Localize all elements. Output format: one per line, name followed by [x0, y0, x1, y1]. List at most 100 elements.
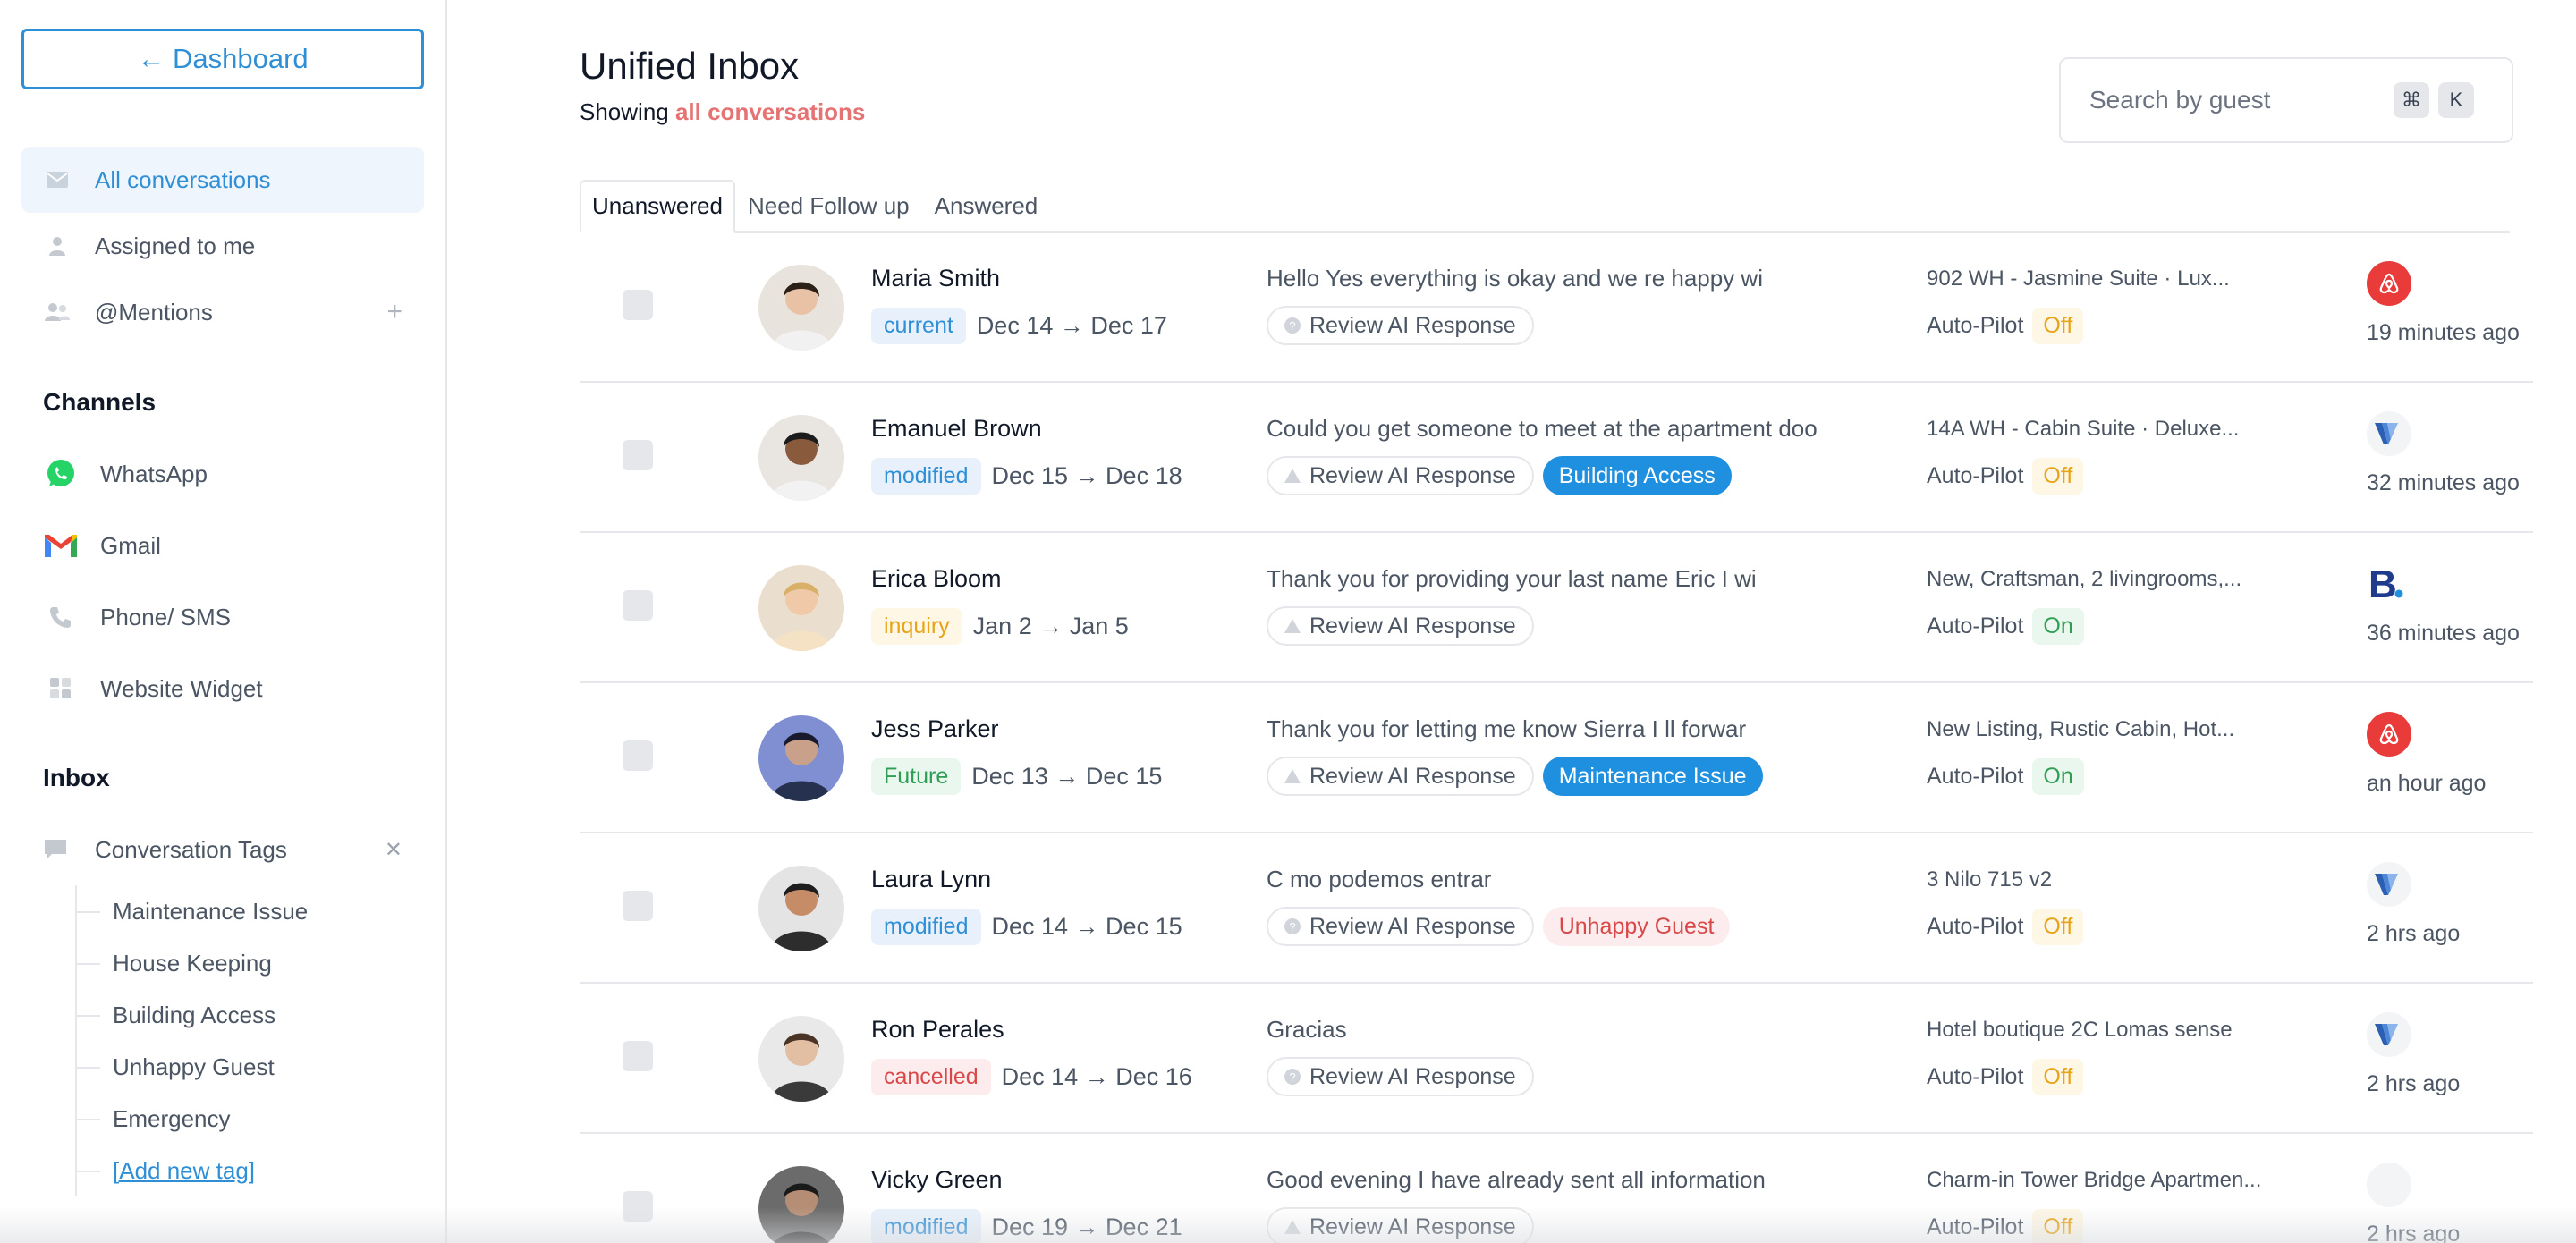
review-ai-response-button[interactable]: ? Review AI Response: [1267, 1057, 1534, 1096]
row-checkbox[interactable]: [623, 290, 653, 320]
avatar: [758, 265, 844, 351]
review-label: Review AI Response: [1309, 913, 1516, 939]
conversation-row[interactable]: Vicky Green modified Dec 19 → Dec 21 Goo…: [580, 1134, 2533, 1243]
question-icon: ?: [1284, 317, 1301, 334]
tab-answered[interactable]: Answered: [922, 180, 1051, 233]
sidebar-item-assigned-to-me[interactable]: Assigned to me: [21, 213, 424, 279]
showing-value[interactable]: all conversations: [675, 98, 865, 125]
review-ai-response-button[interactable]: Review AI Response: [1267, 606, 1534, 646]
last-message[interactable]: C mo podemos entrar: [1267, 866, 1491, 893]
conversation-row[interactable]: Jess Parker Future Dec 13 → Dec 15 Thank…: [580, 683, 2533, 833]
guest-name[interactable]: Erica Bloom: [871, 565, 1002, 593]
widget-icon: [43, 676, 79, 701]
tag-item-house-keeping[interactable]: House Keeping: [77, 937, 424, 989]
tag-item-unhappy-guest[interactable]: Unhappy Guest: [77, 1041, 424, 1093]
search-box[interactable]: ⌘ K: [2059, 57, 2513, 143]
dashboard-button[interactable]: ← Dashboard: [21, 29, 424, 89]
search-input[interactable]: [2089, 86, 2385, 114]
autopilot-state-badge[interactable]: Off: [2032, 308, 2084, 344]
reservation-meta: cancelled Dec 14 → Dec 16: [871, 1059, 1192, 1095]
question-icon: ?: [1284, 1069, 1301, 1085]
autopilot-state-badge[interactable]: On: [2032, 758, 2084, 795]
conversation-row[interactable]: Laura Lynn modified Dec 14 → Dec 15 C mo…: [580, 833, 2533, 984]
guest-name[interactable]: Maria Smith: [871, 265, 1000, 292]
airbnb-icon: [2367, 712, 2411, 757]
guest-name[interactable]: Ron Perales: [871, 1016, 1004, 1044]
tag-item-emergency[interactable]: Emergency: [77, 1093, 424, 1145]
vrbo-icon: [2367, 411, 2411, 456]
reservation-status-badge: modified: [871, 458, 981, 495]
guest-name[interactable]: Vicky Green: [871, 1166, 1003, 1194]
airbnb-icon: [2367, 261, 2411, 306]
whatsapp-icon: [43, 459, 79, 489]
row-checkbox[interactable]: [623, 440, 653, 470]
add-mention-icon[interactable]: +: [386, 297, 402, 327]
reservation-meta: modified Dec 15 → Dec 18: [871, 458, 1182, 495]
conversation-row[interactable]: Ron Perales cancelled Dec 14 → Dec 16 Gr…: [580, 984, 2533, 1134]
conversation-tag-chip[interactable]: Maintenance Issue: [1542, 757, 1763, 796]
autopilot-label: Auto-Pilot: [1927, 1214, 2024, 1239]
row-actions: Review AI Response Maintenance Issue: [1267, 757, 1763, 796]
review-ai-response-button[interactable]: ? Review AI Response: [1267, 907, 1534, 946]
conversation-tag-chip[interactable]: Building Access: [1542, 456, 1732, 495]
last-message[interactable]: Good evening I have already sent all inf…: [1267, 1166, 1766, 1194]
review-ai-response-button[interactable]: Review AI Response: [1267, 456, 1534, 495]
conversation-tag-chip[interactable]: Unhappy Guest: [1542, 907, 1731, 946]
autopilot-state-badge[interactable]: On: [2032, 608, 2084, 645]
autopilot-state-badge[interactable]: Off: [2032, 909, 2084, 945]
review-ai-response-button[interactable]: ? Review AI Response: [1267, 306, 1534, 345]
channel-gmail[interactable]: Gmail: [21, 510, 424, 581]
guest-name[interactable]: Emanuel Brown: [871, 415, 1042, 443]
user-icon: [43, 235, 72, 257]
channel-whatsapp[interactable]: WhatsApp: [21, 438, 424, 510]
review-ai-response-button[interactable]: Review AI Response: [1267, 757, 1534, 796]
reservation-status-badge: inquiry: [871, 608, 962, 645]
autopilot-state-badge[interactable]: Off: [2032, 1059, 2084, 1095]
reservation-dates: Dec 14 → Dec 15: [991, 913, 1182, 940]
autopilot-state-badge[interactable]: Off: [2032, 458, 2084, 495]
conversation-tags-header[interactable]: Conversation Tags ✕: [21, 814, 424, 885]
autopilot-label: Auto-Pilot: [1927, 613, 2024, 638]
row-checkbox[interactable]: [623, 1041, 653, 1071]
autopilot-label: Auto-Pilot: [1927, 1064, 2024, 1089]
review-ai-response-button[interactable]: Review AI Response: [1267, 1207, 1534, 1243]
tab-unanswered[interactable]: Unanswered: [580, 180, 735, 233]
message-time: 2 hrs ago: [2367, 1071, 2461, 1096]
last-message[interactable]: Hello Yes everything is okay and we re h…: [1267, 265, 1763, 292]
warning-icon: [1284, 619, 1301, 633]
sidebar-item-all-conversations[interactable]: All conversations: [21, 147, 424, 213]
avatar: [758, 565, 844, 651]
review-label: Review AI Response: [1309, 613, 1516, 638]
review-label: Review AI Response: [1309, 1213, 1516, 1239]
row-checkbox[interactable]: [623, 740, 653, 771]
last-message[interactable]: Gracias: [1267, 1016, 1347, 1044]
inbox-heading: Inbox: [43, 764, 110, 791]
add-new-tag-link[interactable]: [Add new tag]: [77, 1145, 424, 1196]
autopilot-status: Auto-Pilot Off: [1927, 458, 2084, 495]
channel-phone-sms[interactable]: Phone/ SMS: [21, 581, 424, 653]
sidebar-item-mentions[interactable]: @Mentions +: [21, 279, 424, 345]
row-checkbox[interactable]: [623, 590, 653, 621]
property-name: Charm-in Tower Bridge Apartmen...: [1927, 1168, 2262, 1192]
warning-icon: [1284, 769, 1301, 783]
guest-name[interactable]: Jess Parker: [871, 715, 999, 743]
channel-website-widget[interactable]: Website Widget: [21, 653, 424, 724]
tag-item-maintenance-issue[interactable]: Maintenance Issue: [77, 885, 424, 937]
last-message[interactable]: Could you get someone to meet at the apa…: [1267, 415, 1818, 443]
close-icon[interactable]: ✕: [385, 837, 402, 863]
row-checkbox[interactable]: [623, 1191, 653, 1222]
guest-name[interactable]: Laura Lynn: [871, 866, 991, 893]
channel-label: Gmail: [100, 531, 161, 559]
message-time: 36 minutes ago: [2367, 621, 2520, 646]
row-checkbox[interactable]: [623, 891, 653, 921]
conversation-row[interactable]: Emanuel Brown modified Dec 15 → Dec 18 C…: [580, 383, 2533, 533]
tag-item-building-access[interactable]: Building Access: [77, 989, 424, 1041]
tab-need-follow-up[interactable]: Need Follow up: [735, 180, 922, 233]
last-message[interactable]: Thank you for letting me know Sierra I l…: [1267, 715, 1746, 743]
last-message[interactable]: Thank you for providing your last name E…: [1267, 565, 1757, 593]
autopilot-state-badge[interactable]: Off: [2032, 1209, 2084, 1243]
conversation-row[interactable]: Erica Bloom inquiry Jan 2 → Jan 5 Thank …: [580, 533, 2533, 683]
conversation-list: Maria Smith current Dec 14 → Dec 17 Hell…: [580, 233, 2533, 1243]
conversation-row[interactable]: Maria Smith current Dec 14 → Dec 17 Hell…: [580, 233, 2533, 383]
review-label: Review AI Response: [1309, 1063, 1516, 1089]
